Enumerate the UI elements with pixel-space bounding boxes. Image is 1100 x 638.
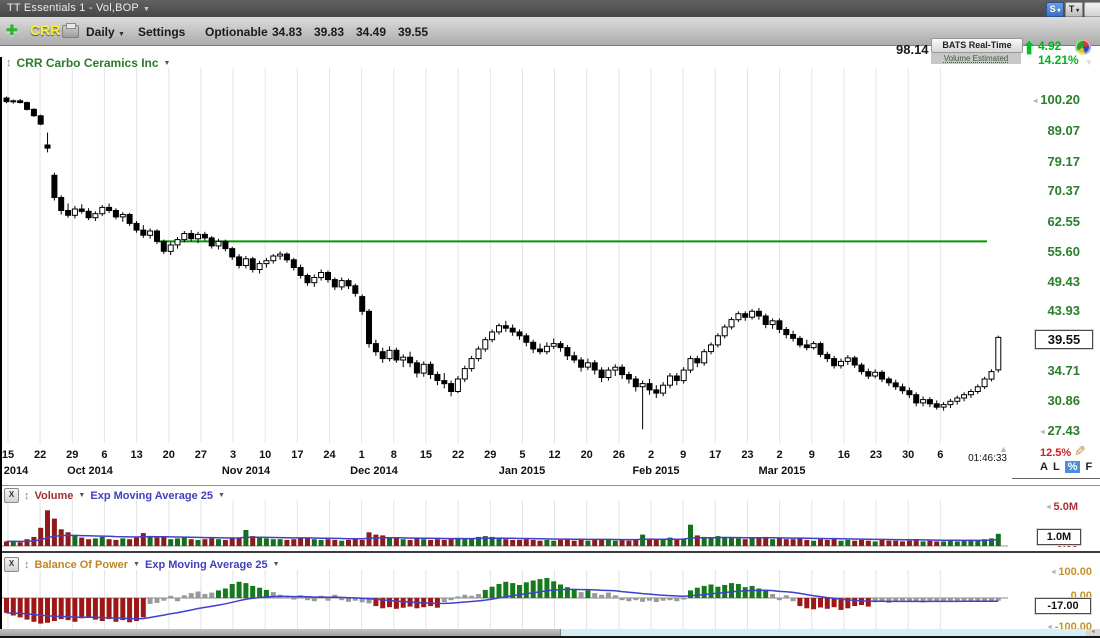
x-axis-tick-label: 3 — [230, 449, 236, 461]
scrollbar-track-remaining[interactable] — [561, 629, 1086, 636]
x-axis-tick-label: 5 — [519, 449, 525, 461]
x-axis-tick-label: 22 — [452, 449, 464, 461]
last-price-box: 39.55 — [1035, 330, 1093, 349]
scale-mode-buttons: AL% F — [1040, 461, 1092, 473]
price-axis-label: 30.86 — [1014, 393, 1080, 408]
x-axis-tick-label: 22 — [34, 449, 46, 461]
bop-axis-label: ◂100.00 — [1012, 566, 1092, 578]
scale-mode-a-button[interactable]: A — [1040, 461, 1048, 473]
x-axis-month-label: Oct 2014 — [67, 465, 113, 477]
marker-left-icon: ◂ — [1040, 427, 1044, 436]
x-axis-tick-label: 23 — [741, 449, 753, 461]
volume-panel-title[interactable]: Volume — [35, 490, 74, 502]
price-axis-label: 43.93 — [1014, 303, 1080, 318]
chevron-down-icon[interactable]: ▼ — [133, 561, 140, 568]
x-axis-tick-label: 29 — [484, 449, 496, 461]
x-axis-tick-label: 17 — [291, 449, 303, 461]
price-axis-label: 89.07 — [1014, 123, 1080, 138]
x-axis-tick-label: 27 — [195, 449, 207, 461]
x-axis-tick-label: 2 — [648, 449, 654, 461]
x-axis-tick-label: 24 — [323, 449, 335, 461]
x-axis-tick-label: 16 — [838, 449, 850, 461]
x-axis-tick-label: 13 — [130, 449, 142, 461]
volume-ema-value-box: 1.0M — [1037, 529, 1081, 545]
x-axis-tick-label: 29 — [66, 449, 78, 461]
close-icon[interactable]: X — [4, 488, 19, 503]
x-axis-month-label: Feb 2015 — [632, 465, 679, 477]
x-axis-month-label: Dec 2014 — [350, 465, 398, 477]
x-axis-month-label: 2014 — [4, 465, 28, 477]
close-icon[interactable]: X — [4, 557, 19, 572]
price-axis-label: 34.71 — [1014, 363, 1080, 378]
x-axis-tick-label: 2 — [777, 449, 783, 461]
scale-mode-percent-button[interactable]: % — [1065, 461, 1081, 473]
scrollbar-left-arrow-icon[interactable]: ◂ — [1086, 629, 1100, 636]
x-axis-tick-label: 1 — [359, 449, 365, 461]
bop-panel-header: X ↕ Balance Of Power ▼ Exp Moving Averag… — [4, 557, 280, 572]
x-axis-tick-label: 10 — [259, 449, 271, 461]
marker-left-icon: ◂ — [1033, 96, 1037, 105]
grid-interval-label: 12.5% — [1040, 447, 1071, 459]
x-axis-tick-label: 17 — [709, 449, 721, 461]
price-axis-label: ◂27.43 — [1014, 423, 1080, 438]
axis-scroll-icon[interactable]: ▲ — [999, 444, 1008, 454]
price-axis-label: 70.37 — [1014, 183, 1080, 198]
drag-handle-icon[interactable]: ↕ — [24, 559, 30, 571]
chart-labels-overlay: ↕ CRR Carbo Ceramics Inc ▼ X ↕ Volume ▼ … — [0, 0, 1100, 638]
x-axis-tick-label: 9 — [680, 449, 686, 461]
volume-axis-label: ◂5.0M — [1012, 501, 1078, 513]
x-axis-tick-label: 23 — [870, 449, 882, 461]
price-panel-header: ↕ CRR Carbo Ceramics Inc ▼ — [6, 56, 170, 70]
x-axis-tick-label: 15 — [2, 449, 14, 461]
x-axis-month-label: Jan 2015 — [499, 465, 545, 477]
x-axis-tick-label: 9 — [809, 449, 815, 461]
chevron-down-icon[interactable]: ▼ — [218, 492, 225, 499]
drag-handle-icon[interactable]: ↕ — [24, 490, 30, 502]
chevron-down-icon[interactable]: ▼ — [78, 492, 85, 499]
volume-ema-study-label[interactable]: Exp Moving Average 25 — [90, 490, 213, 502]
price-axis-label: 49.43 — [1014, 274, 1080, 289]
marker-left-icon: ◂ — [1047, 502, 1051, 511]
last-update-time: 01:46:33 — [953, 453, 1007, 464]
x-axis-tick-label: 12 — [548, 449, 560, 461]
x-axis-tick-label: 15 — [420, 449, 432, 461]
axis-separator — [1012, 478, 1100, 479]
x-axis-tick-label: 20 — [163, 449, 175, 461]
x-axis-month-label: Mar 2015 — [758, 465, 805, 477]
marker-left-icon: ◂ — [1051, 567, 1055, 576]
bop-ema-study-label[interactable]: Exp Moving Average 25 — [145, 559, 268, 571]
x-axis-tick-label: 8 — [391, 449, 397, 461]
x-axis-tick-label: 20 — [581, 449, 593, 461]
price-axis-label: 55.60 — [1014, 244, 1080, 259]
x-axis-tick-label: 30 — [902, 449, 914, 461]
pencil-icon[interactable]: ✎ — [1074, 443, 1086, 460]
drag-handle-icon[interactable]: ↕ — [6, 57, 12, 69]
trading-app-window: TT Essentials 1 - Vol,BOP▼ S ▾ T ▾ ✚ CRR… — [0, 0, 1100, 638]
price-axis-label: 79.17 — [1014, 154, 1080, 169]
x-axis-month-label: Nov 2014 — [222, 465, 270, 477]
bop-panel-title[interactable]: Balance Of Power — [35, 559, 129, 571]
scrollbar-thumb[interactable] — [0, 629, 561, 636]
instrument-title[interactable]: CRR Carbo Ceramics Inc — [17, 56, 159, 70]
x-axis-tick-label: 6 — [101, 449, 107, 461]
chevron-down-icon[interactable]: ▼ — [164, 60, 171, 67]
scale-mode-f-button[interactable]: F — [1085, 461, 1092, 473]
x-axis-tick-label: 6 — [937, 449, 943, 461]
price-axis-label: ◂100.20 — [1014, 92, 1080, 107]
volume-panel-header: X ↕ Volume ▼ Exp Moving Average 25 ▼ — [4, 488, 225, 503]
chevron-down-icon[interactable]: ▼ — [273, 561, 280, 568]
bop-ema-value-box: -17.00 — [1035, 598, 1091, 614]
scale-mode-l-button[interactable]: L — [1053, 461, 1060, 473]
x-axis-tick-label: 26 — [613, 449, 625, 461]
price-axis-label: 62.55 — [1014, 214, 1080, 229]
